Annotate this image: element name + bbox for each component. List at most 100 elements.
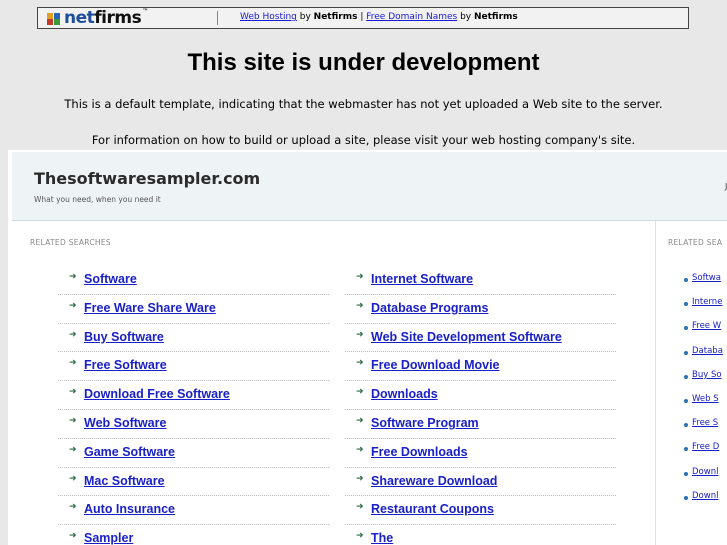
bullet-icon [684,374,688,379]
search-link[interactable]: Shareware Download [371,474,497,488]
search-link-row[interactable]: ➜ Mac Software [58,468,329,497]
arrow-icon: ➜ [356,387,364,398]
search-link-row[interactable]: ➜ Downloads [345,381,616,410]
bullet-icon [684,302,688,307]
arrow-icon: ➜ [69,300,77,311]
links-column-left: ➜ Software ➜ Free Ware Share Ware ➜ Buy Softw… [58,266,329,545]
search-link-row[interactable]: ➜ Sampler [58,525,329,545]
sidebar-link[interactable]: Free W [692,321,721,331]
bullet-icon [684,278,688,282]
arrow-icon: ➜ [356,444,364,455]
parked-site-frame: Thesoftwaresampler.com What you need, wh… [8,150,727,545]
search-link[interactable]: Free Downloads [371,445,468,459]
sidebar-link[interactable]: Downl [692,491,718,501]
netfirms-banner: netfirms™ Web Hosting by Netfirms | Free… [37,7,689,29]
search-link-row[interactable]: ➜ Free Downloads [345,439,616,468]
by-text-2: by [457,12,474,22]
search-link[interactable]: Downloads [371,387,438,401]
arrow-icon: ➜ [69,272,77,282]
search-link[interactable]: Free Download Movie [371,358,500,372]
arrow-icon: ➜ [356,531,364,542]
arrow-icon: ➜ [69,358,77,369]
related-searches-sidebar: RELATED SEA Softwa Interne Free W Databa Buy… [656,221,727,545]
search-link-row[interactable]: ➜ The [345,525,616,545]
search-link[interactable]: The [371,531,393,545]
arrow-icon: ➜ [356,272,364,282]
hero-info: For information on how to build or uploa… [91,133,636,147]
sidebar-link[interactable]: Free D [692,442,719,452]
search-link-row[interactable]: ➜ Restaurant Coupons [345,496,616,526]
search-link-row[interactable]: ➜ Free Download Movie [345,352,616,382]
web-hosting-link[interactable]: Web Hosting [240,12,297,22]
free-domain-names-link[interactable]: Free Domain Names [366,12,457,22]
search-link-row[interactable]: ➜ Web Site Development Software [345,324,616,353]
search-link-row[interactable]: ➜ Software [58,266,329,295]
search-link-row[interactable]: ➜ Buy Software [58,324,329,353]
search-link-row[interactable]: ➜ Software Program [345,410,616,439]
search-link[interactable]: Restaurant Coupons [371,502,494,516]
sidebar-link[interactable]: Free S [692,418,718,428]
logo-net: net [64,8,95,28]
netfirms-logo[interactable]: netfirms™ [46,8,148,28]
site-header: Thesoftwaresampler.com What you need, wh… [12,152,727,221]
search-link-row[interactable]: ➜ Web Software [58,410,329,439]
arrow-icon: ➜ [356,473,364,484]
arrow-icon: ➜ [356,415,364,426]
search-link-row[interactable]: ➜ Game Software [58,439,329,468]
search-link[interactable]: Auto Insurance [84,502,175,516]
banner-links: Web Hosting by Netfirms | Free Domain Na… [240,12,518,22]
arrow-icon: ➜ [356,300,364,311]
bullet-icon [684,398,688,403]
search-link[interactable]: Free Software [84,358,167,372]
search-link-row[interactable]: ➜ Database Programs [345,295,616,324]
search-link[interactable]: Free Ware Share Ware [84,301,216,315]
arrow-icon: ➜ [69,415,77,426]
bullet-icon [684,423,688,428]
bullet-icon [684,447,688,452]
search-link-row[interactable]: ➜ Free Ware Share Ware [58,295,329,324]
search-link[interactable]: Game Software [84,445,175,459]
netfirms-logo-icon [46,11,62,25]
sidebar-link[interactable]: Buy So [692,370,722,380]
sidebar-link[interactable]: Databa [692,346,723,356]
search-link-row[interactable]: ➜ Internet Software [345,266,616,295]
sidebar-related-label: RELATED SEA [668,238,723,247]
search-link[interactable]: Web Site Development Software [371,330,562,344]
arrow-icon: ➜ [356,358,364,369]
bullet-icon [684,471,688,476]
related-searches-label: RELATED SEARCHES [30,238,111,247]
sidebar-link[interactable]: Interne [692,297,722,307]
arrow-icon: ➜ [69,502,77,513]
arrow-icon: ➜ [69,444,77,455]
search-link[interactable]: Download Free Software [84,387,230,401]
search-link[interactable]: Software [84,272,137,286]
search-link[interactable]: Database Programs [371,301,488,315]
search-link[interactable]: Buy Software [84,330,164,344]
page-title: This site is under development [187,49,540,76]
search-link[interactable]: Mac Software [84,474,165,488]
sidebar-link[interactable]: Web S [692,394,719,404]
search-link[interactable]: Internet Software [371,272,473,286]
sidebar-link[interactable]: Softwa [692,273,721,283]
bullet-icon [684,495,688,500]
logo-firms: firms [94,8,142,28]
banner-divider [217,11,218,25]
arrow-icon: ➜ [69,473,77,484]
site-title[interactable]: Thesoftwaresampler.com [34,169,260,188]
netfirms-brand-2: Netfirms [473,12,518,22]
sidebar-link[interactable]: Downl [692,467,718,477]
search-link-row[interactable]: ➜ Free Software [58,352,329,382]
bullet-icon [684,350,688,355]
hero-description: This is a default template, indicating t… [64,97,663,111]
search-link[interactable]: Software Program [371,416,479,430]
search-link-row[interactable]: ➜ Auto Insurance [58,496,329,526]
by-text-1: by [296,12,314,22]
search-link[interactable]: Sampler [84,531,133,545]
arrow-icon: ➜ [356,329,364,340]
bullet-icon [684,326,688,331]
search-link-row[interactable]: ➜ Download Free Software [58,381,329,410]
arrow-icon: ➜ [69,531,77,542]
arrow-icon: ➜ [69,387,77,398]
search-link[interactable]: Web Software [84,416,166,430]
search-link-row[interactable]: ➜ Shareware Download [345,468,616,497]
